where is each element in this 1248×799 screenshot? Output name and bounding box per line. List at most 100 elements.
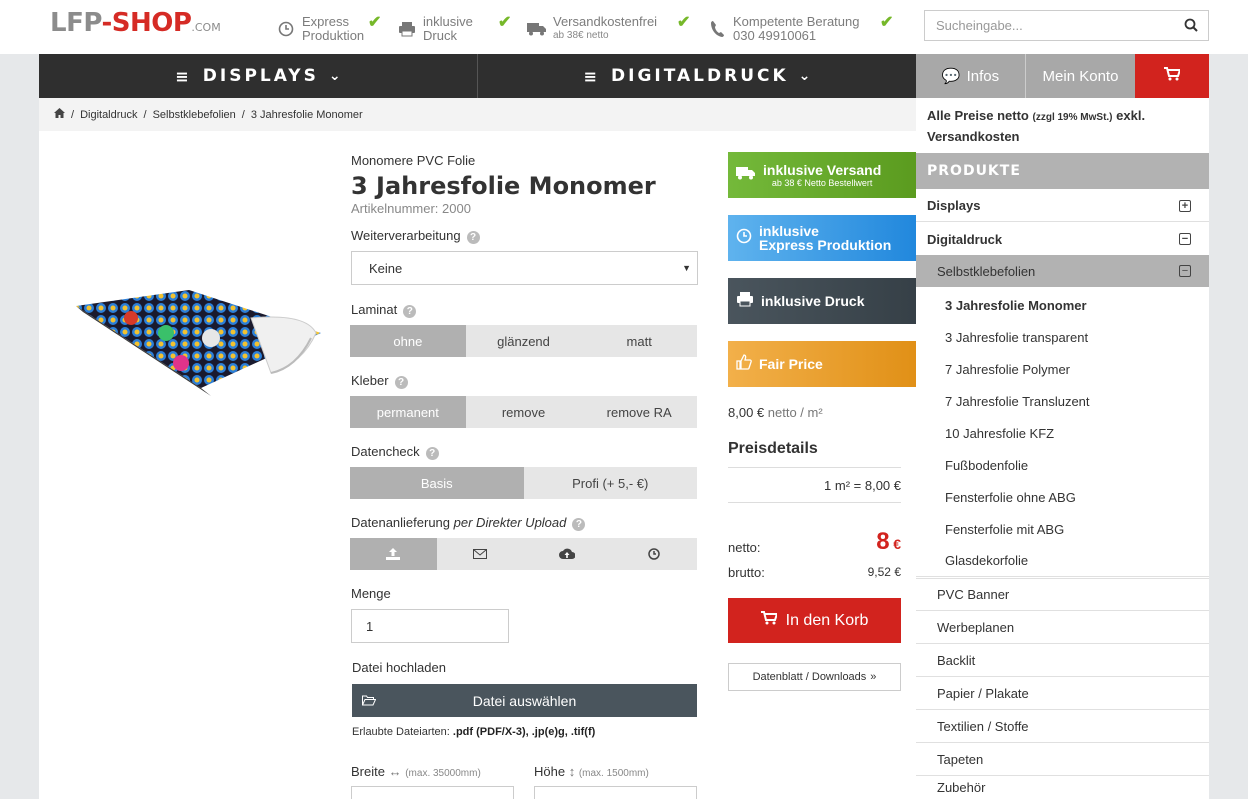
laminat-label-text: Laminat — [351, 302, 398, 317]
upload-label: Datei hochladen — [352, 660, 446, 675]
sidebar-item-3-jahresfolie-transparent[interactable]: 3 Jahresfolie transparent — [916, 321, 1209, 353]
cart-button[interactable] — [1135, 54, 1209, 98]
file-select-label: Datei auswählen — [472, 692, 577, 709]
datencheck-options: Basis Profi (+ 5,- €) — [350, 467, 697, 499]
sidebar-item-3-jahresfolie-monomer[interactable]: 3 Jahresfolie Monomer — [916, 289, 1209, 321]
minus-square-icon[interactable]: − — [1179, 233, 1191, 245]
breadcrumb-current: 3 Jahresfolie Monomer — [250, 108, 363, 121]
sidebar-selbst-label: Selbstklebefolien — [937, 263, 1036, 279]
account-tabs: 💬 Infos Mein Konto — [916, 54, 1209, 98]
datenanlieferung-label-text: Datenanlieferung — [351, 515, 451, 530]
weiter-value: Keine — [369, 260, 403, 276]
sidebar-item-fensterfolie-ohne-abg[interactable]: Fensterfolie ohne ABG — [916, 481, 1209, 513]
sidebar-item-7-jahresfolie-transluzent[interactable]: 7 Jahresfolie Transluzent — [916, 385, 1209, 417]
sidebar-item-10-jahresfolie-kfz[interactable]: 10 Jahresfolie KFZ — [916, 417, 1209, 449]
netto-value: 8 — [876, 528, 890, 555]
nav-displays[interactable]: ≡ DISPLAYS ⌄ — [39, 54, 478, 98]
breadcrumb-digitaldruck[interactable]: Digitaldruck — [80, 109, 137, 121]
datencheck-profi[interactable]: Profi (+ 5,- €) — [523, 467, 697, 499]
feature-versand: Versandkostenfrei ab 38€ netto — [527, 15, 657, 43]
help-icon[interactable]: ? — [425, 447, 439, 460]
article-number: Artikelnummer: 2000 — [351, 201, 471, 216]
logo-text-c: .COM — [191, 21, 221, 34]
add-to-cart-button[interactable]: In den Korb — [728, 598, 901, 643]
clock-icon[interactable] — [610, 538, 697, 570]
price-note-b: (zzgl 19% MwSt.) — [1032, 112, 1113, 123]
breadcrumb-selbstklebefolien[interactable]: Selbstklebefolien — [153, 109, 236, 121]
help-icon[interactable]: ? — [572, 518, 586, 531]
logo[interactable]: LFP-SHOP.COM — [50, 8, 221, 38]
email-icon[interactable] — [436, 538, 524, 570]
datenanlieferung-options — [350, 538, 697, 570]
laminat-label: Laminat? — [351, 302, 417, 318]
check-icon: ✔ — [880, 14, 894, 31]
laminat-options: ohne glänzend matt — [350, 325, 698, 357]
feature-versand-line2: ab 38€ netto — [553, 30, 609, 41]
hoehe-label-text: Höhe — [534, 764, 566, 779]
badge-express-line2: Express Produktion — [759, 237, 892, 253]
truck-icon — [527, 19, 547, 39]
breite-input[interactable] — [351, 786, 514, 799]
height-arrows-icon: ↕ — [568, 764, 576, 779]
sidebar-item-backlit[interactable]: Backlit — [916, 644, 1209, 677]
sidebar-item-displays[interactable]: Displays + — [916, 190, 1209, 222]
sidebar-item-werbeplanen[interactable]: Werbeplanen — [916, 611, 1209, 644]
hoehe-input[interactable] — [534, 786, 697, 799]
search-input[interactable]: Sucheingabe... — [924, 10, 1209, 41]
badge-versand: inklusive Versand ab 38 € Netto Bestellwe… — [728, 152, 923, 198]
downloads-button[interactable]: Datenblatt / Downloads» — [728, 663, 901, 691]
sidebar-item-selbstklebefolien[interactable]: Selbstklebefolien − — [916, 255, 1209, 287]
divider — [728, 502, 901, 503]
kleber-remove[interactable]: remove — [465, 396, 582, 428]
laminat-glaenzend[interactable]: glänzend — [465, 325, 582, 357]
nav-digitaldruck[interactable]: ≡ DIGITALDRUCK ⌄ — [478, 54, 916, 98]
breadcrumb-sep: / — [71, 108, 75, 121]
datencheck-basis[interactable]: Basis — [350, 467, 524, 499]
help-icon[interactable]: ? — [466, 231, 480, 244]
sidebar-item-glasdekorfolie[interactable]: Glasdekorfolie — [916, 545, 1209, 577]
badge-fair-title: Fair Price — [759, 356, 823, 372]
laminat-matt[interactable]: matt — [581, 325, 698, 357]
kleber-permanent[interactable]: permanent — [350, 396, 466, 428]
check-icon: ✔ — [368, 14, 382, 31]
sidebar-item-digitaldruck[interactable]: Digitaldruck − — [916, 223, 1209, 255]
phone-icon — [707, 19, 727, 39]
minus-square-icon[interactable]: − — [1179, 265, 1191, 277]
breite-label: Breite ↔ (max. 35000mm) — [351, 764, 481, 779]
laminat-ohne[interactable]: ohne — [350, 325, 466, 357]
sidebar-item-fensterfolie-mit-abg[interactable]: Fensterfolie mit ABG — [916, 513, 1209, 545]
allowed-file-types: Erlaubte Dateiarten: .pdf (PDF/X-3), .jp… — [352, 726, 595, 738]
datenanlieferung-mode: per Direkter Upload — [453, 515, 567, 530]
nav-digitaldruck-label: DIGITALDRUCK — [611, 66, 789, 86]
feature-druck: inklusive Druck — [397, 15, 473, 43]
sidebar-item-zubehoer[interactable]: Zubehör — [916, 776, 1209, 799]
breadcrumb-sep: / — [241, 108, 245, 121]
weiterverarbeitung-select[interactable]: Keine ▼ — [351, 251, 698, 285]
check-icon: ✔ — [677, 14, 691, 31]
tab-mein-konto[interactable]: Mein Konto — [1026, 54, 1135, 98]
sidebar-item-textilien-stoffe[interactable]: Textilien / Stoffe — [916, 710, 1209, 743]
plus-square-icon[interactable]: + — [1179, 199, 1191, 212]
sidebar-item-tapeten[interactable]: Tapeten — [916, 743, 1209, 776]
price-details-title: Preisdetails — [728, 440, 818, 457]
price-note: Alle Preise netto (zzgl 19% MwSt.) exkl.… — [927, 106, 1202, 146]
menge-input[interactable]: 1 — [351, 609, 509, 643]
feature-express-line2: Produktion — [302, 28, 365, 43]
file-select-button[interactable]: Datei auswählen — [352, 684, 697, 717]
cloud-upload-icon[interactable] — [523, 538, 611, 570]
price-note-a: Alle Preise netto — [927, 108, 1029, 123]
badge-druck-title: inklusive Druck — [761, 293, 865, 309]
menu-icon: ≡ — [175, 66, 189, 86]
help-icon[interactable]: ? — [403, 305, 417, 318]
sidebar-item-papier-plakate[interactable]: Papier / Plakate — [916, 677, 1209, 710]
help-icon[interactable]: ? — [394, 376, 408, 389]
tab-infos[interactable]: 💬 Infos — [916, 54, 1026, 98]
product-image — [76, 290, 321, 396]
kleber-remove-ra[interactable]: remove RA — [581, 396, 698, 428]
search-icon[interactable] — [1184, 18, 1198, 35]
sidebar-item-pvc-banner[interactable]: PVC Banner — [916, 578, 1209, 611]
home-icon[interactable] — [54, 108, 65, 121]
sidebar-item-fussbodenfolie[interactable]: Fußbodenfolie — [916, 449, 1209, 481]
upload-icon[interactable] — [350, 538, 437, 570]
sidebar-item-7-jahresfolie-polymer[interactable]: 7 Jahresfolie Polymer — [916, 353, 1209, 385]
